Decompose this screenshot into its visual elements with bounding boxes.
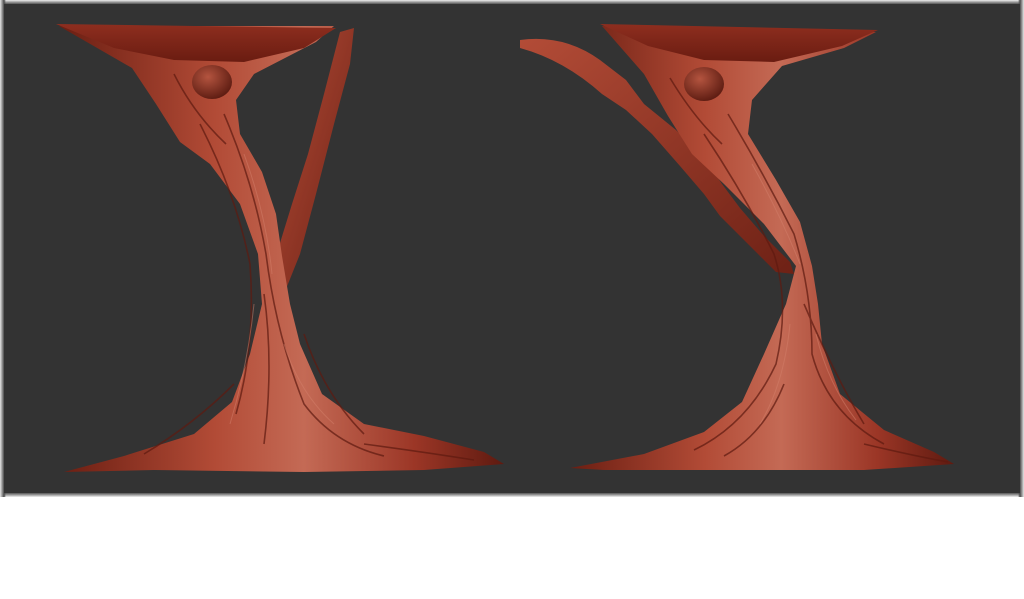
render-frame — [0, 0, 1024, 497]
blank-area — [0, 497, 1024, 599]
sculpt-render — [56, 24, 954, 472]
page — [0, 0, 1024, 599]
tree-model-front-view — [56, 24, 504, 472]
knob-left — [192, 65, 232, 99]
blade-branch-left — [274, 28, 354, 292]
knob-right — [684, 67, 724, 101]
sculpt-viewport — [4, 4, 1020, 493]
tree-model-side-view — [520, 24, 954, 470]
